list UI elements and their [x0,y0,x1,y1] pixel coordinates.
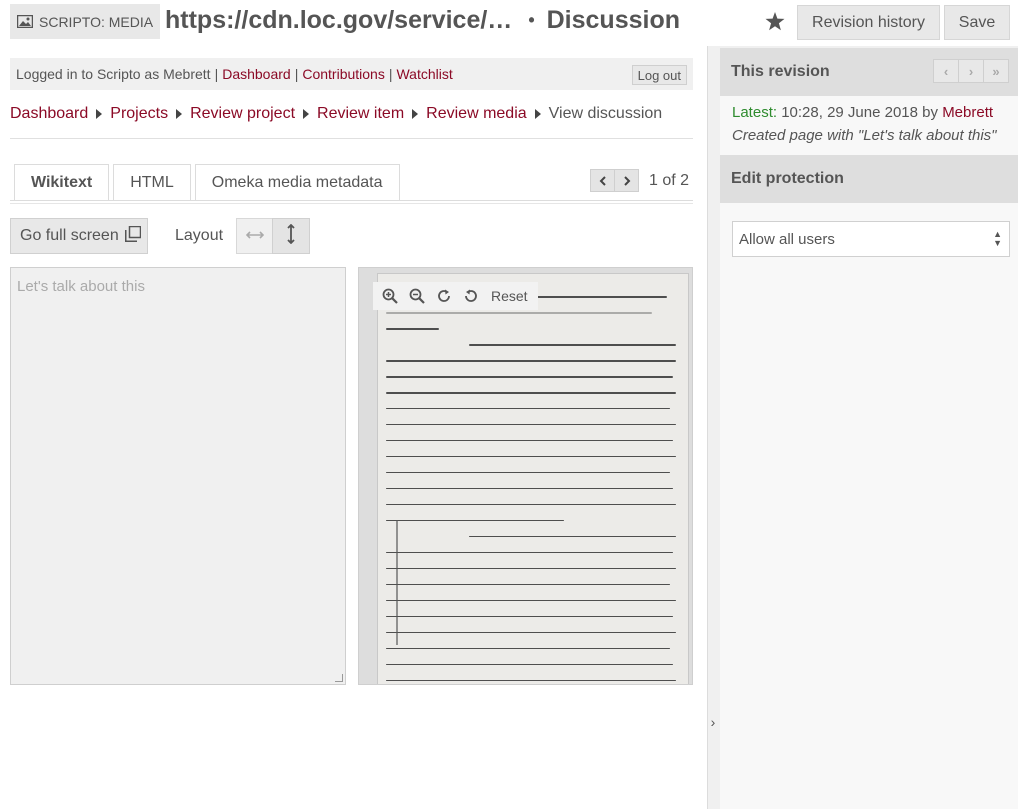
fullscreen-button[interactable]: Go full screen [10,218,148,254]
protection-panel: Allow all users ▲ ▼ [720,203,1018,809]
dashboard-link[interactable]: Dashboard [222,66,291,82]
breadcrumb-current: View discussion [548,105,663,122]
breadcrumb-review-media[interactable]: Review media [426,105,526,123]
revision-details: Latest: 10:28, 29 June 2018 by Mebrett C… [720,96,1018,155]
page-header: SCRIPTO: MEDIA https://cdn.loc.gov/servi… [0,0,1018,46]
breadcrumb-review-item[interactable]: Review item [317,105,404,123]
protection-panel-heading: Edit protection [720,155,1018,203]
page-title-section: Discussion [546,6,680,34]
breadcrumb-projects[interactable]: Projects [110,105,168,123]
save-button[interactable]: Save [944,5,1010,40]
tab-omeka-media-metadata[interactable]: Omeka media metadata [194,164,400,201]
revision-user-link[interactable]: Mebrett [942,104,993,121]
revision-history-button[interactable]: Revision history [797,5,940,40]
vertical-arrows-icon [286,223,296,249]
revision-by: by [922,104,939,121]
sidebar: › This revision ‹ › » Latest: 10:28, 29 … [707,46,1018,809]
wikitext-editor[interactable]: Let's talk about this [10,267,346,685]
contributions-link[interactable]: Contributions [302,66,385,82]
horizontal-arrows-icon [245,227,264,245]
next-page-button[interactable] [614,169,639,192]
previous-page-button[interactable] [590,169,615,192]
reset-zoom-button[interactable]: Reset [485,288,534,304]
select-arrows-icon: ▲ ▼ [993,229,1002,248]
star-icon[interactable] [765,12,785,36]
layout-label: Layout [175,227,224,244]
editor-placeholder: Let's talk about this [17,278,145,295]
revision-heading-label: This revision [731,63,830,80]
login-bar: Logged in to Scripto as Mebrett | Dashbo… [10,58,693,90]
revision-meta: Latest: 10:28, 29 June 2018 by Mebrett [732,104,1007,121]
protection-select-value: Allow all users [739,230,835,248]
page-title-url: https://cdn.loc.gov/service/… [165,6,513,34]
sidebar-collapse-icon[interactable]: › [708,714,718,730]
handwriting-lines [386,282,682,684]
fullscreen-button-label: Go full screen [20,227,119,244]
protection-heading-label: Edit protection [731,170,844,187]
breadcrumb: Dashboard Projects Review project Review… [10,105,662,123]
zoom-in-icon[interactable] [377,284,402,308]
badge-label: SCRIPTO: MEDIA [39,13,154,30]
fullscreen-icon [124,225,141,247]
page-count: 1 of 2 [649,171,690,189]
revision-pager: ‹ › » [933,59,1009,83]
logout-button[interactable]: Log out [631,65,687,85]
page-title: https://cdn.loc.gov/service/… • Discussi… [165,6,680,35]
margin-annotation-line [396,520,398,645]
title-separator: • [528,10,535,30]
latest-revision-icon[interactable]: » [983,59,1009,83]
breadcrumb-arrow-icon [534,109,541,119]
divider [10,138,693,139]
tab-html[interactable]: HTML [113,164,191,201]
zoom-out-icon[interactable] [404,284,429,308]
protection-select[interactable]: Allow all users ▲ ▼ [732,221,1010,257]
breadcrumb-arrow-icon [96,109,103,119]
revision-panel-heading: This revision ‹ › » [720,48,1018,96]
rotate-left-icon[interactable] [458,284,483,308]
tab-bar: Wikitext HTML Omeka media metadata [14,164,404,201]
layout-horizontal-button[interactable] [236,218,273,254]
breadcrumb-review-project[interactable]: Review project [190,105,295,123]
revision-summary: Created page with "Let's talk about this… [732,127,997,144]
breadcrumb-arrow-icon [303,109,310,119]
image-icon [17,15,33,28]
previous-revision-icon[interactable]: ‹ [933,59,959,83]
media-pager: 1 of 2 [590,169,689,192]
scripto-media-badge: SCRIPTO: MEDIA [10,4,161,39]
latest-label: Latest: [732,104,778,121]
manuscript-image [377,273,689,684]
breadcrumb-dashboard[interactable]: Dashboard [10,105,88,123]
media-viewer[interactable]: Reset [358,267,693,685]
next-revision-icon[interactable]: › [958,59,984,83]
rotate-right-icon[interactable] [431,284,456,308]
revision-time: 10:28, 29 June 2018 [781,104,918,121]
breadcrumb-arrow-icon [176,109,183,119]
resize-handle-icon[interactable] [335,674,343,682]
layout-vertical-button[interactable] [272,218,310,254]
breadcrumb-arrow-icon [412,109,419,119]
tab-wikitext[interactable]: Wikitext [14,164,110,201]
watchlist-link[interactable]: Watchlist [396,66,452,82]
login-status-text: Logged in to Scripto as Mebrett [16,66,211,82]
tab-underline-secondary [10,203,693,204]
zoom-toolbar: Reset [373,282,538,310]
tab-underline [10,200,693,201]
